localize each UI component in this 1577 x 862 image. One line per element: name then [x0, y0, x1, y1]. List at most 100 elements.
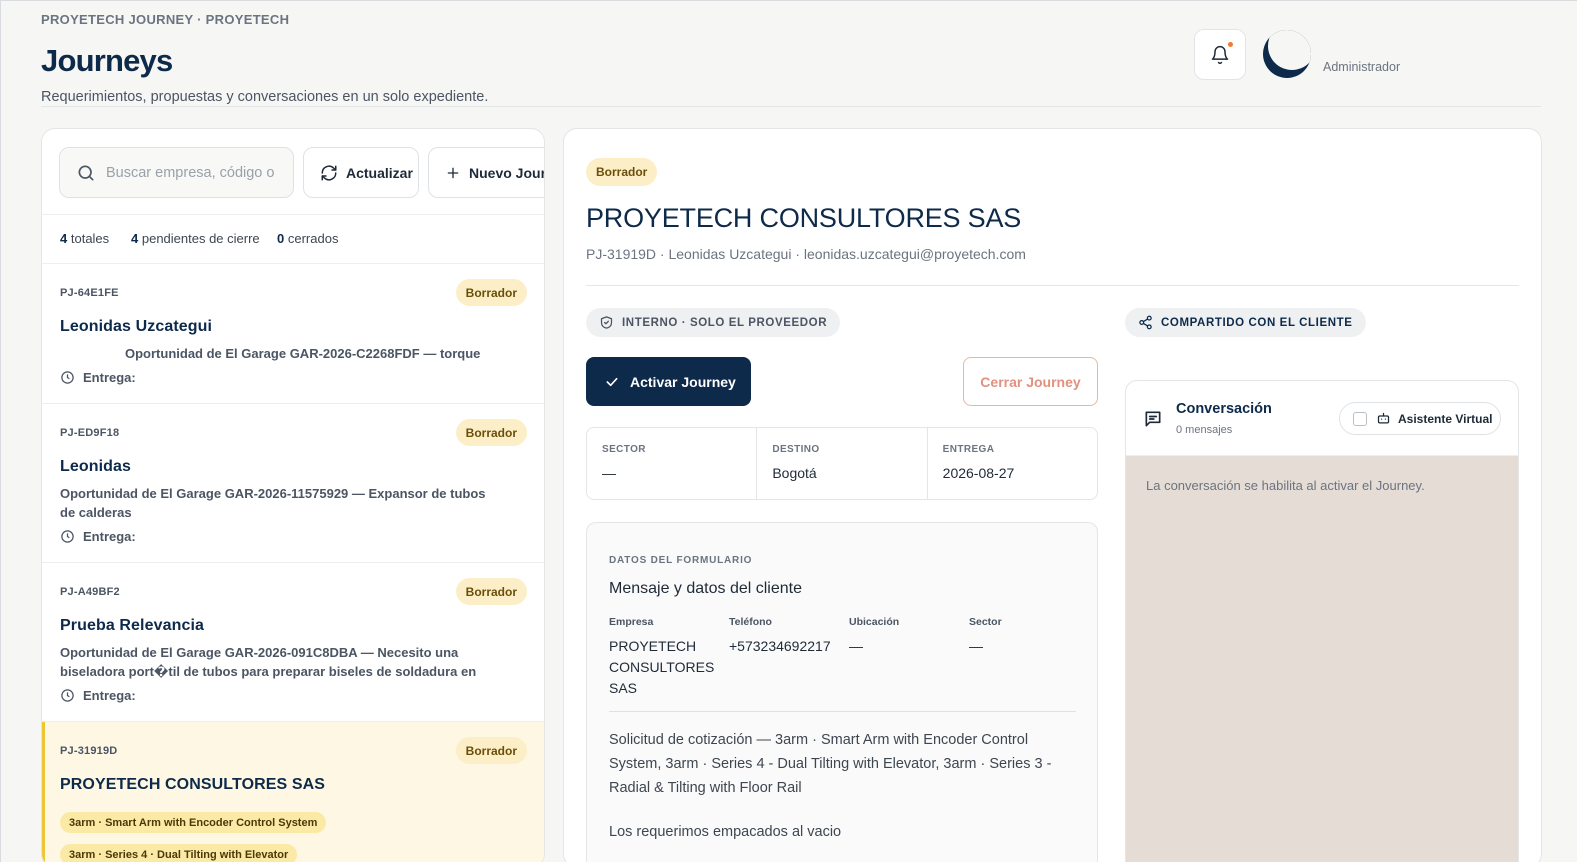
- journey-description: Oportunidad de El Garage GAR-2026-091C8D…: [60, 645, 477, 679]
- form-kicker: DATOS DEL FORMULARIO: [609, 555, 753, 566]
- form-data-card: DATOS DEL FORMULARIO Mensaje y datos del…: [586, 522, 1098, 862]
- status-badge: Borrador: [455, 279, 527, 306]
- info-sector: SECTOR —: [587, 428, 758, 499]
- journey-name: Leonidas: [60, 458, 132, 475]
- chat-icon: [1145, 411, 1161, 427]
- journey-name: PROYETECH CONSULTORES SAS: [60, 776, 326, 793]
- virtual-assistant-toggle[interactable]: Asistente Virtual: [1339, 402, 1501, 435]
- info-destino: DESTINO Bogotá: [757, 428, 928, 499]
- journey-detail-panel: Borrador PROYETECH CONSULTORES SAS PJ-31…: [563, 128, 1542, 862]
- search-icon: [78, 165, 94, 180]
- page-subtitle: Requerimientos, propuestas y conversacio…: [41, 89, 489, 105]
- stat-total-label: totales: [70, 231, 110, 246]
- internal-chip-label: INTERNO · SOLO EL PROVEEDOR: [622, 316, 828, 329]
- journey-description: Oportunidad de El Garage GAR-2026-C2268F…: [125, 346, 481, 361]
- refresh-icon: [321, 165, 337, 180]
- avatar[interactable]: [1263, 30, 1311, 78]
- company-title: PROYETECH CONSULTORES SAS: [586, 203, 1022, 233]
- clock-icon: [61, 530, 74, 543]
- assistant-label: Asistente Virtual: [1398, 411, 1493, 426]
- share-icon: [1139, 315, 1152, 330]
- form-message: Solicitud de cotización — 3arm · Smart A…: [609, 732, 1052, 796]
- stat-pending-count: 4: [131, 231, 139, 246]
- field-label: Teléfono: [729, 616, 772, 628]
- info-label: ENTREGA: [942, 444, 995, 455]
- status-badge: Borrador: [455, 737, 527, 764]
- activate-journey-label: Activar Journey: [630, 373, 736, 390]
- conversation-panel: Conversación 0 mensajes Asistente Virtua…: [1125, 380, 1519, 862]
- form-field-telefono: Teléfono +573234692217: [729, 616, 839, 657]
- journey-item-selected[interactable]: PJ-31919D Borrador PROYETECH CONSULTORES…: [42, 722, 544, 862]
- check-icon: [606, 377, 618, 386]
- status-badge: Borrador: [455, 419, 527, 446]
- journey-code: PJ-ED9F18: [60, 427, 120, 439]
- notifications-button[interactable]: [1194, 29, 1246, 80]
- journey-code: PJ-64E1FE: [60, 287, 119, 299]
- field-value: —: [849, 638, 863, 654]
- assistant-checkbox[interactable]: [1353, 411, 1367, 426]
- stats-bar: 4 totales 4 pendientes de cierre 0 cerra…: [42, 215, 544, 264]
- form-note: Los requerimos empacados al vacio: [609, 824, 842, 840]
- stat-total: 4 totales: [60, 231, 109, 246]
- journey-entrega: Entrega:: [60, 688, 136, 703]
- stat-total-count: 4: [60, 231, 68, 246]
- internal-chip: INTERNO · SOLO EL PROVEEDOR: [586, 308, 841, 337]
- field-value: PROYETECH CONSULTORES SAS: [609, 638, 715, 696]
- journey-entrega: Entrega:: [60, 370, 136, 385]
- form-field-empresa: Empresa PROYETECH CONSULTORES SAS: [609, 616, 714, 699]
- notification-dot: [1228, 42, 1233, 47]
- form-title: Mensaje y datos del cliente: [609, 580, 802, 597]
- journey-meta: PJ-31919D · Leonidas Uzcategui · leonida…: [586, 246, 1026, 262]
- journey-code: PJ-A49BF2: [60, 586, 120, 598]
- stat-pending-label: pendientes de cierre: [141, 231, 260, 246]
- conversation-header: Conversación 0 mensajes Asistente Virtua…: [1126, 381, 1518, 456]
- refresh-label: Actualizar: [346, 164, 413, 181]
- divider: [609, 711, 1076, 712]
- plus-icon: [447, 167, 459, 178]
- bot-icon: [1377, 412, 1390, 424]
- refresh-button[interactable]: Actualizar: [303, 147, 419, 198]
- page-title: Journeys: [41, 43, 173, 78]
- info-value: Bogotá: [772, 465, 817, 481]
- stat-closed-label: cerrados: [287, 231, 339, 246]
- search-input[interactable]: Buscar empresa, código o: [59, 147, 294, 198]
- journey-description: Oportunidad de El Garage GAR-2026-115759…: [60, 486, 486, 520]
- page-header: PROYETECH JOURNEY · PROYETECH Journeys R…: [41, 1, 1541, 107]
- product-tag: 3arm · Smart Arm with Encoder Control Sy…: [60, 812, 327, 833]
- journey-item[interactable]: PJ-64E1FE Borrador Leonidas Uzcategui Op…: [42, 264, 544, 404]
- user-role: Administrador: [1323, 60, 1401, 74]
- clock-icon: [61, 689, 74, 702]
- field-label: Empresa: [609, 616, 654, 628]
- status-badge: Borrador: [586, 158, 658, 186]
- product-tag: 3arm · Series 4 · Dual Tilting with Elev…: [60, 844, 298, 862]
- journey-info-grid: SECTOR — DESTINO Bogotá ENTREGA 2026-08-…: [586, 427, 1098, 500]
- shared-chip: COMPARTIDO CON EL CLIENTE: [1125, 308, 1366, 337]
- message-count: 0 mensajes: [1176, 424, 1233, 436]
- new-journey-button[interactable]: Nuevo Journ: [428, 147, 544, 198]
- journey-item[interactable]: PJ-ED9F18 Borrador Leonidas Oportunidad …: [42, 404, 544, 563]
- entrega-label: Entrega:: [83, 370, 136, 385]
- conversation-empty-message: La conversación se habilita al activar e…: [1146, 478, 1425, 493]
- journey-name: Prueba Relevancia: [60, 617, 204, 634]
- shared-chip-label: COMPARTIDO CON EL CLIENTE: [1161, 316, 1353, 329]
- stat-closed: 0 cerrados: [277, 231, 338, 246]
- conversation-body: La conversación se habilita al activar e…: [1126, 456, 1518, 862]
- bell-icon: [1211, 45, 1229, 64]
- breadcrumb: PROYETECH JOURNEY · PROYETECH: [41, 12, 290, 27]
- activate-journey-button[interactable]: Activar Journey: [586, 357, 751, 406]
- entrega-label: Entrega:: [83, 688, 136, 703]
- field-label: Ubicación: [849, 616, 900, 628]
- journey-item[interactable]: PJ-A49BF2 Borrador Prueba Relevancia Opo…: [42, 563, 544, 722]
- form-field-sector: Sector —: [969, 616, 1079, 657]
- info-value: 2026-08-27: [942, 465, 1015, 481]
- journey-code: PJ-31919D: [60, 745, 118, 757]
- shield-icon: [600, 316, 613, 329]
- form-field-ubicacion: Ubicación —: [849, 616, 959, 657]
- field-label: Sector: [969, 616, 1002, 628]
- close-journey-button[interactable]: Cerrar Journey: [963, 357, 1098, 406]
- journey-entrega: Entrega:: [60, 529, 136, 544]
- status-badge: Borrador: [455, 578, 527, 605]
- clock-icon: [61, 371, 74, 384]
- list-toolbar: Buscar empresa, código o Actualizar Nuev…: [42, 129, 544, 215]
- field-value: +573234692217: [729, 638, 831, 654]
